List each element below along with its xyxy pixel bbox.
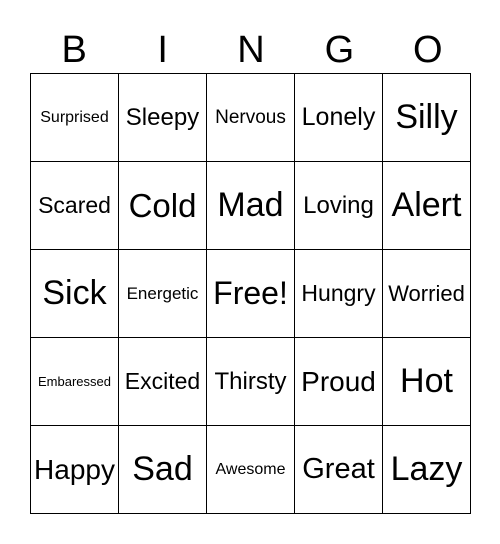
header-letter-b: B (61, 29, 87, 71)
bingo-cell[interactable]: Sick (31, 250, 119, 338)
bingo-cell[interactable]: Hungry (295, 250, 383, 338)
header-letter-n: N (237, 29, 265, 71)
bingo-cell[interactable]: Lonely (295, 74, 383, 162)
bingo-cell[interactable]: Happy (31, 426, 119, 514)
bingo-cell[interactable]: Embaressed (31, 338, 119, 426)
free-space-cell[interactable]: Free! (207, 250, 295, 338)
bingo-cell[interactable]: Hot (383, 338, 471, 426)
bingo-cell[interactable]: Energetic (119, 250, 207, 338)
header-letter-i: I (157, 29, 168, 71)
bingo-cell[interactable]: Loving (295, 162, 383, 250)
bingo-cell[interactable]: Great (295, 426, 383, 514)
header-letter-o: O (413, 29, 443, 71)
bingo-cell[interactable]: Proud (295, 338, 383, 426)
bingo-cell[interactable]: Thirsty (207, 338, 295, 426)
bingo-cell[interactable]: Awesome (207, 426, 295, 514)
bingo-cell[interactable]: Sleepy (119, 74, 207, 162)
bingo-cell[interactable]: Cold (119, 162, 207, 250)
bingo-cell[interactable]: Scared (31, 162, 119, 250)
bingo-cell[interactable]: Lazy (383, 426, 471, 514)
bingo-cell[interactable]: Silly (383, 74, 471, 162)
bingo-cell[interactable]: Sad (119, 426, 207, 514)
bingo-cell[interactable]: Excited (119, 338, 207, 426)
bingo-cell[interactable]: Alert (383, 162, 471, 250)
bingo-cell[interactable]: Worried (383, 250, 471, 338)
bingo-cell[interactable]: Surprised (31, 74, 119, 162)
bingo-cell[interactable]: Nervous (207, 74, 295, 162)
header-letter-g: G (324, 29, 355, 71)
bingo-cell[interactable]: Mad (207, 162, 295, 250)
bingo-header: B I N G O (30, 28, 472, 72)
bingo-grid: Surprised Sleepy Nervous Lonely Silly Sc… (30, 73, 471, 514)
